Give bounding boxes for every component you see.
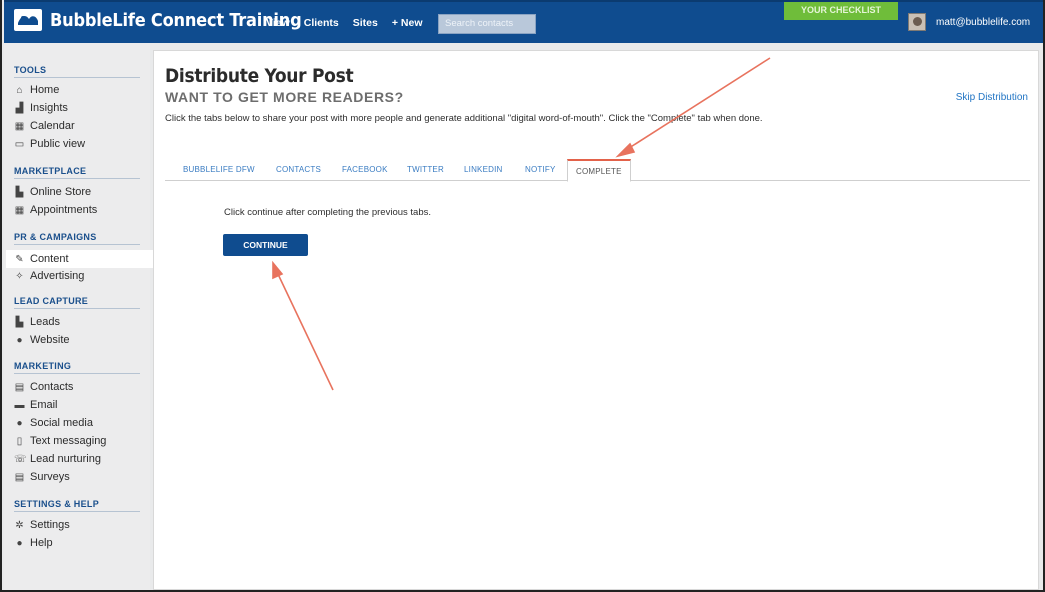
phone-icon: ▯ [16,435,23,447]
sidebar-item-email[interactable]: ▬ Email [14,399,58,411]
nav-new[interactable]: + New [392,17,423,29]
app-frame: BubbleLife Connect Training View Clients… [0,0,1045,592]
divider [14,511,140,512]
user-menu[interactable]: matt@bubblelife.com [908,13,1030,31]
tab-twitter[interactable]: TWITTER [407,165,444,174]
top-nav: View Clients Sites + New [266,17,423,29]
tab-linkedin[interactable]: LINKEDIN [464,165,503,174]
sidebar: TOOLS ⌂ Home ▟ Insights ▦ Calendar ▭ Public … [4,43,158,590]
page-title: Distribute Your Post [165,65,354,87]
sidebar-item-content[interactable]: ✎ Content [6,250,158,268]
section-title-pr-campaigns: PR & CAMPAIGNS [14,232,97,242]
leads-icon: ▙ [15,316,24,328]
divider [14,77,140,78]
instruction-text: Click continue after completing the prev… [224,207,431,218]
sidebar-item-online-store[interactable]: ▙ Online Store [14,186,92,198]
sidebar-item-label: Calendar [30,120,75,132]
sidebar-item-label: Website [30,334,70,346]
sidebar-item-label: Home [30,84,60,96]
section-title-settings-help: SETTINGS & HELP [14,499,100,509]
sidebar-item-contacts[interactable]: ▤ Contacts [14,381,74,393]
description: Click the tabs below to share your post … [165,113,763,124]
sidebar-item-label: Insights [30,102,68,114]
tab-contacts[interactable]: CONTACTS [276,165,321,174]
sidebar-item-label: Leads [30,316,60,328]
divider [14,178,140,179]
sidebar-item-home[interactable]: ⌂ Home [14,84,59,96]
bubblelife-logo-icon [14,9,42,31]
brand[interactable]: BubbleLife Connect Training [14,9,302,31]
top-bar: BubbleLife Connect Training View Clients… [4,0,1043,43]
sidebar-item-help[interactable]: ● Help [14,537,53,549]
divider [14,308,140,309]
home-icon: ⌂ [16,84,23,96]
sidebar-item-label: Appointments [30,204,98,216]
sidebar-item-social-media[interactable]: ● Social media [14,417,93,429]
store-icon: ▙ [15,186,24,198]
nurturing-icon: ☏ [14,453,27,465]
tab-notify[interactable]: NOTIFY [525,165,556,174]
sidebar-item-label: Text messaging [30,435,107,447]
insights-icon: ▟ [15,102,24,114]
edit-icon: ✎ [15,253,24,265]
sidebar-item-label: Settings [30,519,70,531]
app-title: BubbleLife Connect Training [50,9,302,31]
nav-clients[interactable]: Clients [304,17,339,29]
page-subtitle: WANT TO GET MORE READERS? [165,89,404,105]
sidebar-item-public-view[interactable]: ▭ Public view [14,138,85,150]
checklist-button[interactable]: YOUR CHECKLIST [784,2,898,20]
section-title-marketplace: MARKETPLACE [14,166,87,176]
help-icon: ● [16,537,23,549]
sidebar-item-calendar[interactable]: ▦ Calendar [14,120,75,132]
sidebar-item-settings[interactable]: ✲ Settings [14,519,70,531]
sidebar-item-surveys[interactable]: ▤ Surveys [14,471,70,483]
sidebar-item-lead-nurturing[interactable]: ☏ Lead nurturing [14,453,101,465]
advertising-icon: ✧ [15,270,24,282]
sidebar-item-advertising[interactable]: ✧ Advertising [14,270,84,282]
surveys-icon: ▤ [14,471,25,483]
sidebar-item-label: Email [30,399,58,411]
nav-view[interactable]: View [266,17,290,29]
sidebar-item-label: Surveys [30,471,70,483]
email-icon: ▬ [14,399,25,411]
sidebar-item-website[interactable]: ● Website [14,334,70,346]
sidebar-item-label: Social media [30,417,93,429]
gear-icon: ✲ [15,519,24,531]
skip-distribution-link[interactable]: Skip Distribution [956,92,1028,103]
social-icon: ● [16,417,23,429]
sidebar-item-label: Lead nurturing [30,453,101,465]
continue-button[interactable]: CONTINUE [223,234,308,256]
calendar-icon: ▦ [14,120,25,132]
sidebar-item-label: Help [30,537,53,549]
avatar [908,13,926,31]
distribution-tabs: BUBBLELIFE DFW CONTACTS FACEBOOK TWITTER… [165,159,1030,182]
sidebar-item-leads[interactable]: ▙ Leads [14,316,60,328]
appointments-icon: ▦ [14,204,25,216]
sidebar-item-label: Advertising [30,270,85,282]
tab-bubblelife-dfw[interactable]: BUBBLELIFE DFW [183,165,255,174]
globe-icon: ● [16,334,23,346]
sidebar-item-label: Online Store [30,186,92,198]
tab-complete[interactable]: COMPLETE [567,159,631,182]
sidebar-item-label: Content [30,253,69,265]
main-panel: Distribute Your Post WANT TO GET MORE RE… [153,50,1039,590]
section-title-lead-capture: LEAD CAPTURE [14,296,89,306]
user-email: matt@bubblelife.com [936,16,1031,28]
section-title-tools: TOOLS [14,65,47,75]
section-title-marketing: MARKETING [14,361,72,371]
sidebar-item-insights[interactable]: ▟ Insights [14,102,68,114]
sidebar-item-appointments[interactable]: ▦ Appointments [14,204,98,216]
divider [14,373,140,374]
nav-sites[interactable]: Sites [353,17,378,29]
divider [14,244,140,245]
monitor-icon: ▭ [14,138,25,150]
contacts-icon: ▤ [14,381,25,393]
search-input[interactable]: Search contacts [438,14,536,34]
sidebar-item-label: Contacts [30,381,74,393]
tab-facebook[interactable]: FACEBOOK [342,165,388,174]
sidebar-item-label: Public view [30,138,86,150]
sidebar-item-text-messaging[interactable]: ▯ Text messaging [14,435,107,447]
